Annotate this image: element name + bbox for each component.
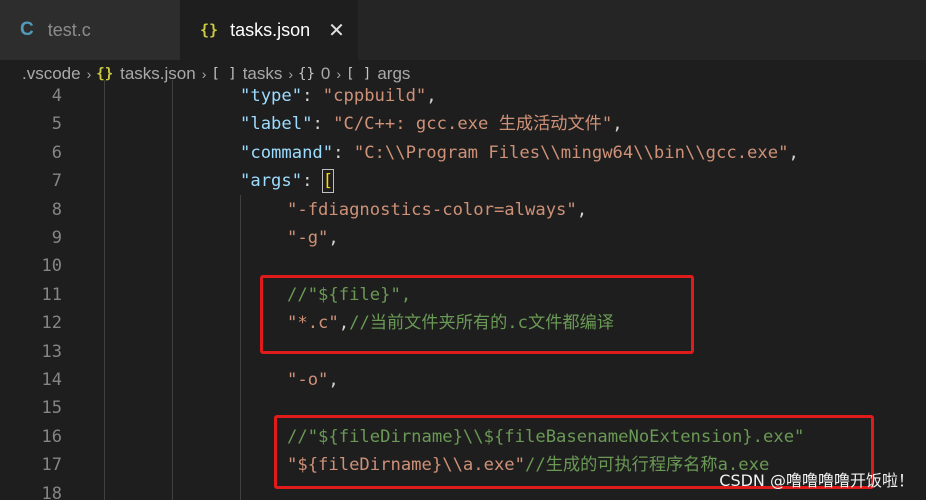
code-line[interactable]: 13 — [0, 338, 926, 366]
line-number: 14 — [41, 370, 62, 390]
json-string: "cppbuild" — [322, 86, 427, 106]
code-line[interactable]: 4 "type": "cppbuild", — [0, 82, 926, 110]
line-number: 9 — [51, 228, 62, 248]
line-number: 12 — [41, 313, 62, 334]
code-comment: //"${fileDirname}\\${fileBasenameNoExten… — [287, 426, 805, 447]
code-comment: //"${file}", — [287, 284, 412, 305]
punctuation: : — [312, 114, 334, 135]
line-number: 5 — [51, 114, 62, 135]
c-file-icon: C — [20, 19, 34, 40]
code-line[interactable]: 8 "-fdiagnostics-color=always", — [0, 196, 926, 224]
code-text: "${fileDirname}\\a.exe"//生成的可执行程序名称a.exe — [287, 451, 769, 479]
punctuation: , — [576, 199, 588, 220]
line-number: 16 — [41, 426, 62, 447]
punctuation: , — [328, 228, 339, 248]
punctuation: , — [328, 370, 339, 390]
punctuation: , — [426, 86, 437, 106]
json-key: "type" — [240, 86, 303, 106]
json-key: "args" — [240, 171, 303, 192]
code-line[interactable]: 7 "args": [ — [0, 167, 926, 195]
json-string: "${fileDirname}\\a.exe" — [287, 455, 525, 476]
punctuation: , — [788, 142, 799, 163]
punctuation: : — [302, 171, 323, 192]
code-text: "-o", — [287, 366, 339, 394]
code-line[interactable]: 5 "label": "C/C++: gcc.exe 生成活动文件", — [0, 110, 926, 138]
tab-bar: C test.c {} tasks.json ✕ — [0, 0, 926, 60]
json-file-icon: {} — [200, 21, 219, 39]
punctuation: , — [612, 114, 623, 135]
code-line[interactable]: 6 "command": "C:\\Program Files\\mingw64\… — [0, 139, 926, 167]
code-line[interactable]: 11 //"${file}", — [0, 281, 926, 309]
code-text: "*.c",//当前文件夹所有的.c文件都编译 — [287, 309, 614, 337]
code-line[interactable]: 10 — [0, 252, 926, 280]
code-line[interactable]: 15 — [0, 394, 926, 422]
line-number: 13 — [41, 341, 62, 362]
code-line[interactable]: 12 "*.c",//当前文件夹所有的.c文件都编译 — [0, 309, 926, 337]
json-string: "-fdiagnostics-color=always" — [287, 199, 577, 220]
tab-label: test.c — [47, 19, 91, 40]
code-line[interactable]: 9 "-g", — [0, 224, 926, 252]
json-string: "*.c" — [287, 313, 339, 334]
line-number: 7 — [51, 171, 62, 192]
punctuation: , — [338, 313, 350, 334]
code-text: "type": "cppbuild", — [240, 82, 437, 110]
line-number: 6 — [51, 142, 62, 163]
code-text: //"${file}", — [287, 281, 411, 309]
line-number: 15 — [41, 398, 62, 419]
punctuation: : — [302, 86, 323, 106]
watermark-text: CSDN @噜噜噜噜开饭啦！ — [719, 471, 914, 490]
punctuation: : — [333, 142, 354, 163]
line-number: 18 — [41, 483, 62, 500]
json-key: "command" — [240, 142, 334, 163]
line-number: 17 — [41, 455, 62, 476]
code-editor[interactable]: 4 "type": "cppbuild", 5 "label": "C/C++: gc… — [0, 80, 926, 500]
json-string: "C/C++: gcc.exe 生成活动文件" — [333, 114, 613, 135]
code-text: "-fdiagnostics-color=always", — [287, 196, 587, 224]
tab-tasks-json[interactable]: {} tasks.json ✕ — [180, 0, 358, 60]
tab-label: tasks.json — [230, 19, 311, 40]
vscode-window: C test.c {} tasks.json ✕ .vscode › {} ta… — [0, 0, 926, 500]
json-string: "C:\\Program Files\\mingw64\\bin\\gcc.ex… — [353, 142, 789, 163]
matched-bracket: [ — [321, 169, 335, 194]
json-string: "-o" — [287, 370, 329, 390]
line-number: 8 — [51, 199, 62, 220]
tab-test-c[interactable]: C test.c — [0, 0, 180, 60]
code-comment: //当前文件夹所有的.c文件都编译 — [349, 313, 614, 334]
code-text: "label": "C/C++: gcc.exe 生成活动文件", — [240, 110, 623, 138]
line-number: 10 — [41, 256, 62, 277]
code-line[interactable]: 14 "-o", — [0, 366, 926, 394]
close-icon[interactable]: ✕ — [328, 18, 345, 43]
line-number: 11 — [41, 284, 62, 305]
line-number: 4 — [51, 86, 62, 106]
code-text: "-g", — [287, 224, 339, 252]
json-key: "label" — [240, 114, 313, 135]
code-text: "args": [ — [240, 167, 335, 195]
code-text: "command": "C:\\Program Files\\mingw64\\… — [240, 139, 799, 167]
code-line[interactable]: 16 //"${fileDirname}\\${fileBasenameNoExt… — [0, 423, 926, 451]
code-text: //"${fileDirname}\\${fileBasenameNoExten… — [287, 423, 804, 451]
json-string: "-g" — [287, 228, 329, 248]
